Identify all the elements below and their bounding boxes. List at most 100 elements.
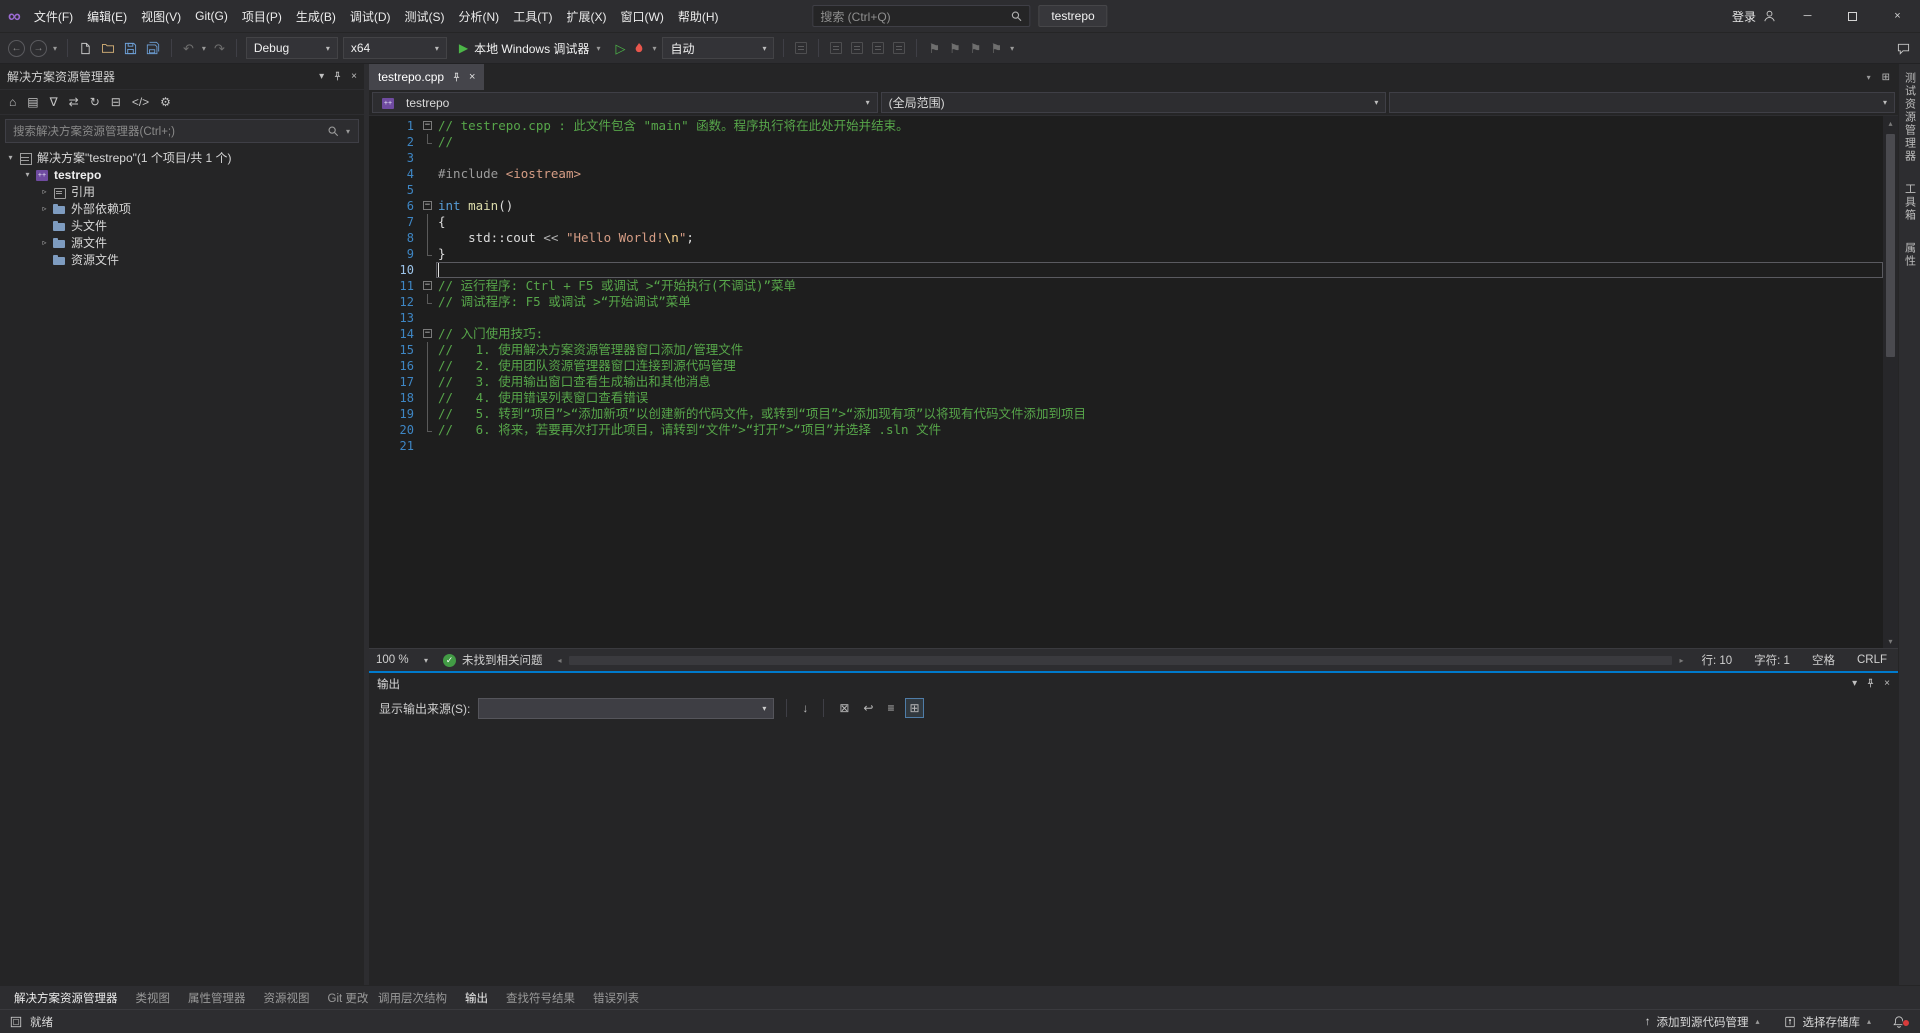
menu-item-3[interactable]: Git(G) [188, 5, 235, 27]
redo-icon[interactable]: ↷ [212, 40, 227, 57]
code-text[interactable]: #include <iostream> [436, 166, 1883, 182]
code-line[interactable]: 16// 2. 使用团队资源管理器窗口连接到源代码管理 [369, 358, 1883, 374]
bookmark-previous-icon[interactable]: ⚑ [947, 40, 963, 57]
chevron-right-icon[interactable]: ▹ [38, 187, 51, 196]
code-line[interactable]: 3 [369, 150, 1883, 166]
code-line[interactable]: 7{ [369, 214, 1883, 230]
breakpoint-margin[interactable] [369, 118, 387, 134]
breakpoint-margin[interactable] [369, 406, 387, 422]
right-tab-2[interactable]: 属性 [1902, 242, 1918, 268]
solution-search-box[interactable]: 搜索解决方案资源管理器(Ctrl+;) ▾ [5, 119, 359, 143]
fold-margin[interactable]: − [421, 278, 436, 294]
breakpoint-margin[interactable] [369, 342, 387, 358]
vs-logo-icon[interactable]: ∞ [8, 7, 21, 25]
quick-search-box[interactable]: 搜索 (Ctrl+Q) [812, 5, 1030, 27]
undo-icon[interactable]: ↶ [181, 40, 196, 57]
menu-item-12[interactable]: 帮助(H) [671, 4, 726, 29]
close-panel-icon[interactable]: × [351, 71, 357, 82]
chevron-down-icon[interactable]: ▾ [4, 153, 17, 162]
close-tab-icon[interactable]: × [469, 71, 475, 83]
minimize-button[interactable]: ─ [1785, 0, 1830, 32]
panel-tab-3[interactable]: 资源视图 [255, 986, 319, 1009]
pin-icon[interactable] [332, 71, 343, 82]
menu-item-1[interactable]: 编辑(E) [80, 4, 134, 29]
code-line[interactable]: 6−int main() [369, 198, 1883, 214]
code-line[interactable]: 1−// testrepo.cpp : 此文件包含 "main" 函数。程序执行… [369, 118, 1883, 134]
menu-item-5[interactable]: 生成(B) [289, 4, 343, 29]
indent-icon[interactable] [828, 40, 844, 56]
properties-icon[interactable]: ⚙ [160, 96, 171, 108]
panel-tab-bottom-0[interactable]: 调用层次结构 [369, 986, 456, 1009]
project-dropdown[interactable]: testrepo ▾ [372, 92, 878, 113]
editor-vertical-scrollbar[interactable]: ▴ ▾ [1883, 116, 1898, 648]
scroll-left-icon[interactable]: ◂ [553, 656, 567, 665]
code-text[interactable]: int main() [436, 198, 1883, 214]
code-line[interactable]: 18// 4. 使用错误列表窗口查看错误 [369, 390, 1883, 406]
breakpoint-margin[interactable] [369, 182, 387, 198]
add-to-source-control-button[interactable]: ↑ 添加到源代码管理 ▴ [1637, 1010, 1769, 1033]
fold-collapse-icon[interactable]: − [423, 329, 432, 338]
breakpoint-margin[interactable] [369, 438, 387, 454]
start-without-debugging-icon[interactable]: ▷ [613, 40, 627, 57]
configuration-combo[interactable]: Debug ▾ [246, 37, 338, 59]
document-health-indicator[interactable]: ✓ 未找到相关问题 [435, 652, 551, 668]
tree-item[interactable]: ▹外部依赖项 [0, 200, 364, 217]
task-center-icon[interactable] [10, 1016, 22, 1028]
menu-item-4[interactable]: 项目(P) [235, 4, 289, 29]
notifications-button[interactable] [1888, 1015, 1910, 1029]
save-icon[interactable] [122, 40, 139, 57]
code-text[interactable]: } [436, 246, 1883, 262]
fold-margin[interactable]: − [421, 118, 436, 134]
menu-item-8[interactable]: 分析(N) [452, 4, 507, 29]
code-line[interactable]: 2// [369, 134, 1883, 150]
menu-item-11[interactable]: 窗口(W) [614, 4, 671, 29]
navigate-forward-icon[interactable]: → [30, 40, 47, 57]
fold-collapse-icon[interactable]: − [423, 121, 432, 130]
code-text[interactable] [436, 262, 1883, 278]
fold-margin[interactable]: − [421, 198, 436, 214]
code-line[interactable]: 15// 1. 使用解决方案资源管理器窗口添加/管理文件 [369, 342, 1883, 358]
panel-tab-1[interactable]: 类视图 [127, 986, 180, 1009]
code-text[interactable]: // 5. 转到“项目”>“添加新项”以创建新的代码文件，或转到“项目”>“添加… [436, 406, 1883, 422]
autoscroll-icon[interactable]: ↓ [799, 699, 811, 717]
code-line[interactable]: 10 [369, 262, 1883, 278]
code-text[interactable] [436, 310, 1883, 326]
auto-combo[interactable]: 自动 ▾ [662, 37, 774, 59]
code-text[interactable]: // testrepo.cpp : 此文件包含 "main" 函数。程序执行将在… [436, 118, 1883, 134]
menu-item-6[interactable]: 调试(D) [343, 4, 398, 29]
window-position-icon[interactable]: ▾ [319, 71, 324, 82]
platform-combo[interactable]: x64 ▾ [343, 37, 447, 59]
toggle-output-icon[interactable]: ⊞ [905, 698, 923, 718]
switch-views-icon[interactable]: ▤ [27, 96, 38, 108]
code-area[interactable]: 1−// testrepo.cpp : 此文件包含 "main" 函数。程序执行… [369, 116, 1883, 648]
breakpoint-margin[interactable] [369, 134, 387, 150]
refresh-icon[interactable]: ↻ [90, 96, 100, 108]
select-repository-button[interactable]: 选择存储库 ▴ [1776, 1010, 1880, 1033]
code-text[interactable]: std::cout << "Hello World!\n"; [436, 230, 1883, 246]
code-line[interactable]: 21 [369, 438, 1883, 454]
panel-tab-bottom-2[interactable]: 查找符号结果 [497, 986, 584, 1009]
scrollbar-thumb[interactable] [569, 656, 1673, 665]
member-dropdown[interactable]: ▾ [1389, 92, 1895, 113]
clear-output-icon[interactable]: ⊠ [836, 699, 852, 717]
output-source-combo[interactable]: ▾ [478, 698, 774, 719]
navigate-dropdown-icon[interactable]: ▾ [52, 44, 58, 53]
code-text[interactable]: // 6. 将来，若要再次打开此项目，请转到“文件”>“打开”>“项目”并选择 … [436, 422, 1883, 438]
status-line[interactable]: 行: 10 [1690, 652, 1743, 668]
feedback-icon[interactable] [1895, 40, 1912, 57]
messages-icon[interactable]: ≡ [884, 699, 897, 717]
outdent-icon[interactable] [849, 40, 865, 56]
breakpoint-margin[interactable] [369, 262, 387, 278]
menu-item-10[interactable]: 扩展(X) [560, 4, 614, 29]
code-line[interactable]: 17// 3. 使用输出窗口查看生成输出和其他消息 [369, 374, 1883, 390]
code-text[interactable]: // 1. 使用解决方案资源管理器窗口添加/管理文件 [436, 342, 1883, 358]
breakpoint-margin[interactable] [369, 310, 387, 326]
code-line[interactable]: 8 std::cout << "Hello World!\n"; [369, 230, 1883, 246]
editor-horizontal-scrollbar[interactable]: ◂ ▸ [551, 649, 1691, 671]
code-line[interactable]: 12// 调试程序: F5 或调试 >“开始调试”菜单 [369, 294, 1883, 310]
breakpoint-margin[interactable] [369, 374, 387, 390]
code-text[interactable]: // 运行程序: Ctrl + F5 或调试 >“开始执行(不调试)”菜单 [436, 278, 1883, 294]
show-all-files-icon[interactable]: </> [132, 96, 149, 108]
code-line[interactable]: 19// 5. 转到“项目”>“添加新项”以创建新的代码文件，或转到“项目”>“… [369, 406, 1883, 422]
chevron-right-icon[interactable]: ▹ [38, 238, 51, 247]
